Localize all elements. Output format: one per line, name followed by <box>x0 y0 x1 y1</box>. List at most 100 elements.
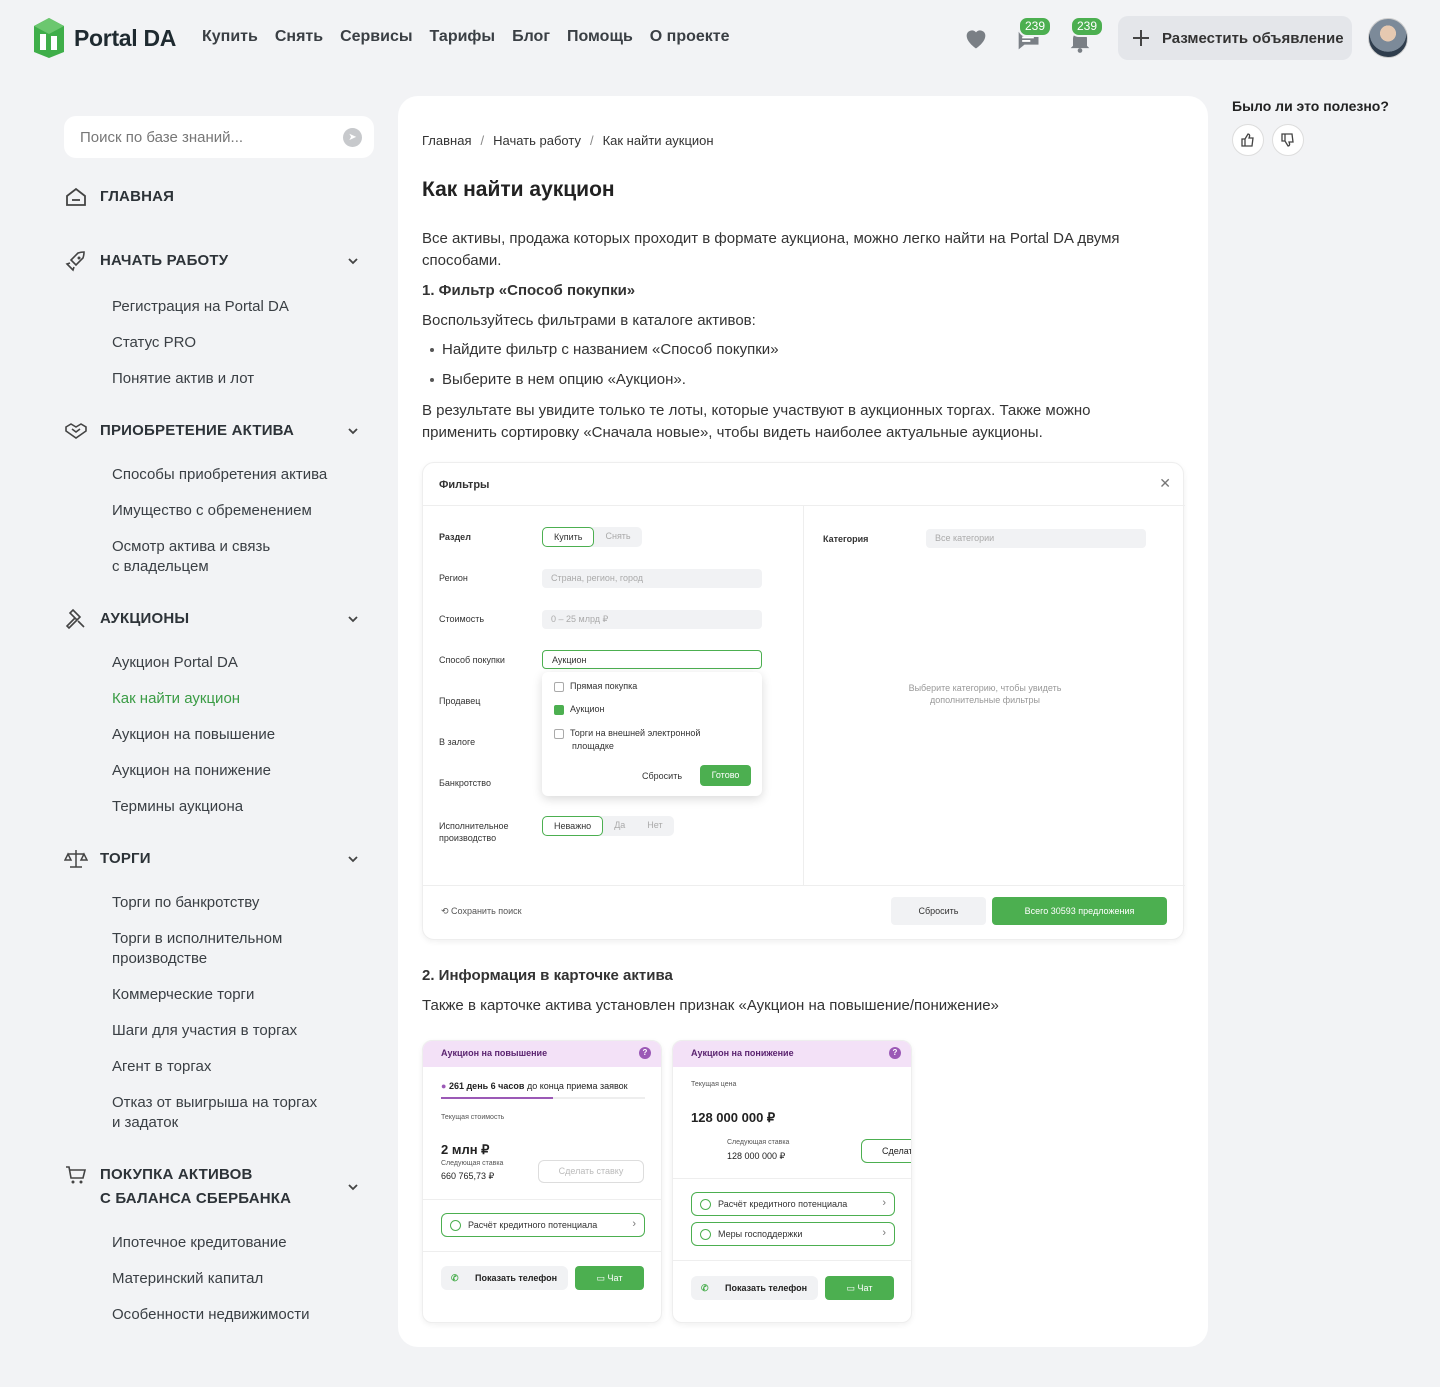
sidebar-item-auction-up[interactable]: Аукцион на повышение <box>112 725 275 745</box>
phone-button[interactable]: ✆ Показать телефон <box>441 1266 568 1290</box>
checkbox[interactable] <box>554 681 564 692</box>
sidebar-item-refusal[interactable]: Отказ от выигрыша на торгах и задаток <box>112 1093 317 1133</box>
chat-icon: ▭ <box>846 1283 856 1293</box>
credit-button[interactable]: Расчёт кредитного потенциала <box>441 1213 645 1237</box>
breadcrumb-start[interactable]: Начать работу <box>493 133 581 148</box>
line: и задаток <box>112 1114 179 1131</box>
nav-help[interactable]: Помощь <box>567 28 633 46</box>
sidebar-item-auction-down[interactable]: Аукцион на понижение <box>112 761 271 781</box>
avatar[interactable] <box>1368 18 1408 58</box>
line: производство <box>439 833 497 843</box>
nav-services[interactable]: Сервисы <box>340 28 412 46</box>
sidebar-item-bankruptcy[interactable]: Торги по банкротству <box>112 893 259 913</box>
line: способами. <box>422 252 502 269</box>
notifications-button[interactable]: 239 <box>1066 16 1105 54</box>
sidebar-item-auction-portal[interactable]: Аукцион Portal DA <box>112 653 238 673</box>
sidebar-section-start[interactable]: НАЧАТЬ РАБОТУ <box>64 249 360 273</box>
region-select[interactable]: Страна, регион, город <box>542 569 762 588</box>
section-heading-card: 2. Информация в карточке актива <box>422 967 673 984</box>
sidebar-item-agent[interactable]: Агент в торгах <box>112 1057 211 1077</box>
label: Категория <box>823 534 869 544</box>
sidebar-home[interactable]: ГЛАВНАЯ <box>64 185 174 209</box>
favorites-button[interactable] <box>962 24 992 54</box>
phone-label: Показать телефон <box>475 1273 558 1283</box>
sidebar-item-steps[interactable]: Шаги для участия в торгах <box>112 1021 297 1041</box>
sidebar-item-enforcement[interactable]: Торги в исполнительном производстве <box>112 929 282 969</box>
cost-select[interactable]: 0 – 25 млрд ₽ <box>542 610 762 629</box>
support-label: Меры господдержки <box>718 1229 803 1239</box>
dropdown-done-button[interactable]: Готово <box>700 765 751 786</box>
feedback-question: Было ли это полезно? <box>1232 98 1389 114</box>
sidebar-item-asset-lot[interactable]: Понятие актив и лот <box>112 369 254 389</box>
option-rent[interactable]: Снять <box>594 527 641 547</box>
close-icon[interactable]: ✕ <box>1159 475 1171 492</box>
sidebar-section-sber[interactable]: ПОКУПКА АКТИВОВ С БАЛАНСА СБЕРБАНКА <box>64 1163 360 1211</box>
chevron-down-icon[interactable] <box>346 1180 360 1194</box>
credit-button[interactable]: Расчёт кредитного потенциала <box>691 1192 895 1216</box>
chevron-down-icon[interactable] <box>346 424 360 438</box>
reset-button[interactable]: Сбросить <box>891 897 986 925</box>
sidebar-item-inspection[interactable]: Осмотр актива и связь с владельцем <box>112 537 270 577</box>
sidebar-item-methods[interactable]: Способы приобретения актива <box>112 465 327 485</box>
sidebar-item-pro[interactable]: Статус PRO <box>112 333 196 353</box>
support-button[interactable]: Меры господдержки <box>691 1222 895 1246</box>
send-icon[interactable]: ➤ <box>343 128 362 147</box>
method-select[interactable]: Аукцион <box>542 650 762 669</box>
sidebar-item-find-auction[interactable]: Как найти аукцион <box>112 689 240 709</box>
post-ad-button[interactable]: Разместить объявление <box>1118 16 1352 60</box>
filters-title: Фильтры <box>439 479 490 491</box>
option-no[interactable]: Нет <box>636 816 673 836</box>
sidebar-item-maternity[interactable]: Материнский капитал <box>112 1269 263 1289</box>
bid-button[interactable]: Сделать ставку <box>538 1160 644 1183</box>
line: с владельцем <box>112 558 209 575</box>
phone-button[interactable]: ✆ Показать телефон <box>691 1276 818 1300</box>
chevron-down-icon[interactable] <box>346 254 360 268</box>
option-label: площадке <box>572 741 614 751</box>
sidebar-item-terms[interactable]: Термины аукциона <box>112 797 243 817</box>
divider <box>423 885 1185 886</box>
chevron-down-icon[interactable] <box>346 612 360 626</box>
sidebar-section-acquisition[interactable]: ПРИОБРЕТЕНИЕ АКТИВА <box>64 419 360 443</box>
option-buy[interactable]: Купить <box>542 527 595 547</box>
percent-icon <box>700 1199 711 1210</box>
show-results-button[interactable]: Всего 30593 предложения <box>992 897 1167 925</box>
nav-about[interactable]: О проекте <box>650 28 730 46</box>
save-search-button[interactable]: ⟲ Сохранить поиск <box>441 906 522 917</box>
checkbox-checked[interactable] <box>554 704 564 715</box>
option-external[interactable]: Торги на внешней электронной площадке <box>554 727 700 753</box>
messages-button[interactable]: 239 <box>1014 16 1053 54</box>
chat-label: Чат <box>607 1273 623 1283</box>
option-auction[interactable]: Аукцион <box>554 704 605 715</box>
nav-tariffs[interactable]: Тарифы <box>430 28 496 46</box>
help-icon[interactable]: ? <box>639 1047 651 1059</box>
option-direct[interactable]: Прямая покупка <box>554 681 637 692</box>
sidebar-item-encumbrance[interactable]: Имущество с обременением <box>112 501 312 521</box>
checkbox[interactable] <box>554 728 564 739</box>
nav-blog[interactable]: Блог <box>512 28 550 46</box>
nav-rent[interactable]: Снять <box>275 28 323 46</box>
search-input[interactable]: Поиск по базе знаний... ➤ <box>64 116 374 158</box>
help-icon[interactable]: ? <box>889 1047 901 1059</box>
messages-count: 239 <box>1018 16 1053 37</box>
auction-type: Аукцион на понижение <box>691 1048 794 1058</box>
sidebar-item-registration[interactable]: Регистрация на Portal DA <box>112 297 289 317</box>
sidebar-item-commercial[interactable]: Коммерческие торги <box>112 985 254 1005</box>
logo[interactable]: Portal DA <box>32 16 176 60</box>
option-any[interactable]: Неважно <box>542 816 604 836</box>
bid-button[interactable]: Сделать <box>861 1139 911 1163</box>
plus-icon <box>1133 30 1149 46</box>
breadcrumb-home[interactable]: Главная <box>422 133 471 148</box>
chevron-down-icon[interactable] <box>346 852 360 866</box>
chat-button[interactable]: ▭ Чат <box>825 1276 894 1300</box>
chat-button[interactable]: ▭ Чат <box>575 1266 644 1290</box>
dropdown-reset-button[interactable]: Сбросить <box>642 771 682 781</box>
nav-buy[interactable]: Купить <box>202 28 258 46</box>
dislike-button[interactable] <box>1272 124 1304 156</box>
sidebar-section-trades[interactable]: ТОРГИ <box>64 847 360 871</box>
sidebar-section-auctions[interactable]: АУКЦИОНЫ <box>64 607 360 631</box>
option-yes[interactable]: Да <box>603 816 636 836</box>
sidebar-item-mortgage[interactable]: Ипотечное кредитование <box>112 1233 287 1253</box>
category-select[interactable]: Все категории <box>926 529 1146 548</box>
sidebar-item-property[interactable]: Особенности недвижимости <box>112 1305 309 1325</box>
like-button[interactable] <box>1232 124 1264 156</box>
